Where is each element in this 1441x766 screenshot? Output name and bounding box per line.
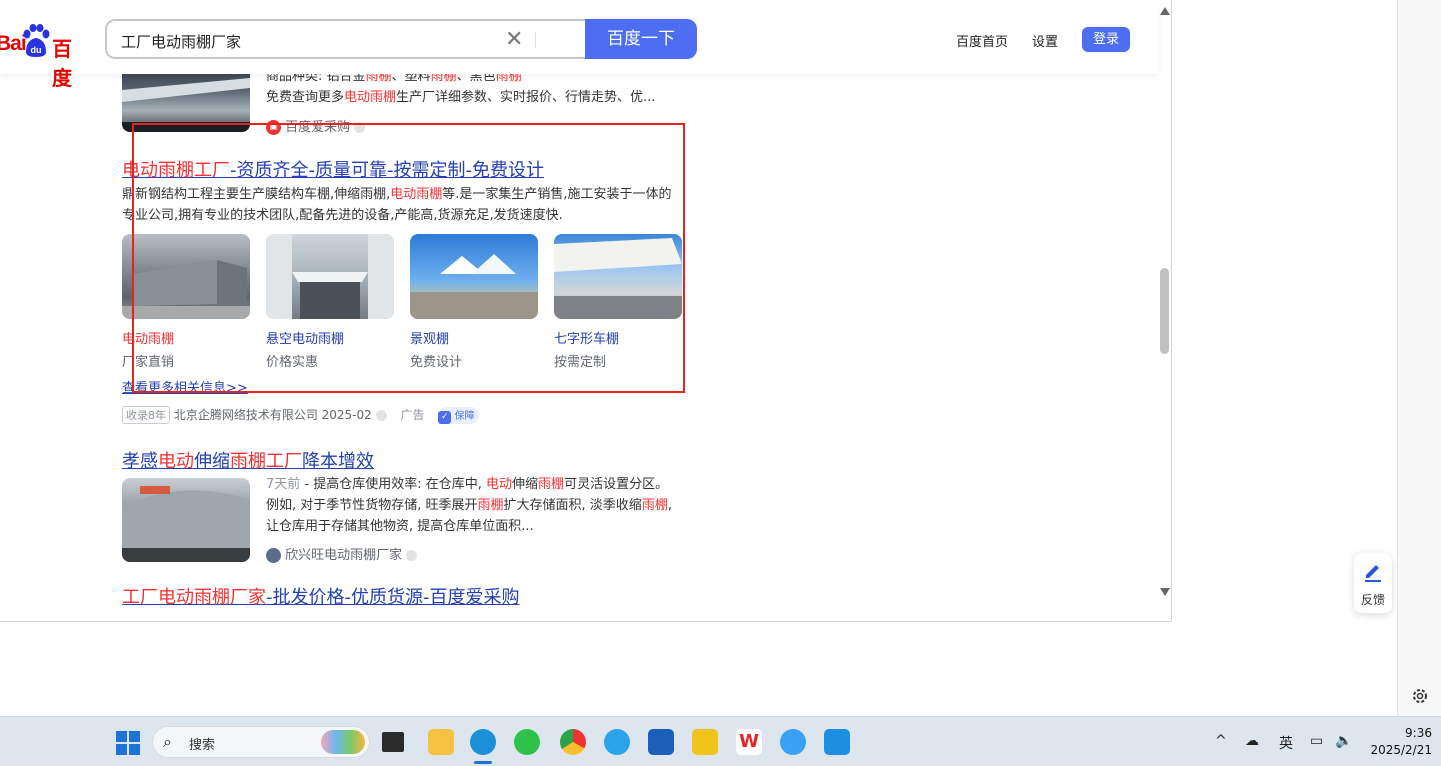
clock-time: 9:36: [1405, 726, 1432, 740]
title-text: 伸缩: [194, 451, 230, 472]
result-date: 7天前: [266, 477, 301, 492]
search-header: Bai du 百度 工厂电动雨棚厂家 ✕ 百度一下 百度首页 设置 登录: [0, 4, 1158, 90]
title-highlight: 电动: [158, 451, 194, 472]
search-input[interactable]: 工厂电动雨棚厂家 ✕: [105, 19, 585, 59]
search-highlight-icon: [321, 730, 365, 754]
clear-icon[interactable]: ✕: [505, 27, 523, 52]
snippet-highlight: 棚: [654, 498, 668, 513]
snippet-highlight: 雨: [641, 498, 655, 513]
info-icon[interactable]: [375, 410, 387, 421]
snippet-highlight: 电动: [486, 477, 513, 492]
clock[interactable]: 9:36 2025/2/21: [1362, 725, 1432, 759]
title-highlight: 工厂电动雨棚厂家: [122, 587, 266, 608]
wechat-icon[interactable]: [514, 729, 540, 755]
ime-indicator[interactable]: 英: [1279, 733, 1293, 753]
nav-home-link[interactable]: 百度首页: [956, 31, 1008, 50]
guarantee-badge[interactable]: ✓ 保障: [438, 407, 480, 424]
result-snippet: 7天前 - 提高仓库使用效率: 在仓库中, 电动伸缩雨棚可灵活设置分区。例如, …: [266, 474, 676, 537]
scrollbar[interactable]: [1158, 4, 1171, 604]
browser-window: Bai du 百度 工厂电动雨棚厂家 ✕ 百度一下 百度首页 设置 登录: [0, 0, 1441, 716]
result-title[interactable]: 孝感电动伸缩雨棚工厂降本增效: [122, 447, 374, 473]
store-icon[interactable]: [648, 729, 674, 755]
ad-meta: 收录8年 北京企腾网络技术有限公司 2025-02 广告 ✓ 保障: [122, 406, 480, 424]
ad-label: 广告: [400, 408, 425, 422]
info-icon[interactable]: [406, 550, 418, 561]
logo-text-right: 百度: [52, 37, 72, 90]
result-title[interactable]: 工厂电动雨棚厂家-批发价格-优质货源-百度爱采购: [122, 583, 519, 609]
result-thumbnail[interactable]: [122, 478, 250, 562]
taskbar: ⌕ 搜索 W ^ ☁ 英 ▭ 🔈 9:36 2025/2/21: [0, 716, 1441, 766]
nav-settings-link[interactable]: 设置: [1032, 31, 1058, 50]
snippet-text: 例如, 对于季节性货物存储, 旺季展开: [266, 498, 478, 513]
scrollbar-thumb[interactable]: [1160, 268, 1169, 354]
chevron-up-icon[interactable]: ^: [1215, 733, 1227, 749]
divider: [535, 32, 536, 48]
notes-icon[interactable]: [692, 729, 718, 755]
snippet-highlight: 雨棚: [538, 477, 565, 492]
chat-app-icon[interactable]: [780, 729, 806, 755]
search-icon: ⌕: [163, 732, 172, 751]
shield-icon: ✓: [438, 411, 452, 424]
speaker-muted-icon[interactable]: 🔈: [1335, 733, 1352, 749]
title-text: -批发价格-优质货源-百度爱采购: [266, 587, 520, 608]
file-explorer-icon[interactable]: [428, 729, 454, 755]
search-query[interactable]: 工厂电动雨棚厂家: [121, 31, 241, 52]
title-highlight: 雨棚工厂: [230, 451, 302, 472]
search-button[interactable]: 百度一下: [585, 19, 697, 59]
snippet-text: - 提高仓库使用效率: 在仓库中,: [300, 477, 487, 492]
source-name: 欣兴旺电动雨棚厂家: [285, 548, 403, 563]
edit-icon: [1365, 565, 1381, 582]
title-text: 降本增效: [302, 451, 374, 472]
page-viewport: Bai du 百度 工厂电动雨棚厂家 ✕ 百度一下 百度首页 设置 登录: [0, 0, 1172, 622]
taskbar-search[interactable]: ⌕ 搜索: [152, 726, 370, 758]
browser-app-icon[interactable]: [604, 729, 630, 755]
feedback-label: 反馈: [1360, 593, 1385, 607]
network-icon[interactable]: ▭: [1310, 733, 1323, 749]
title-text: 孝感: [122, 451, 158, 472]
clock-date: 2025/2/21: [1370, 743, 1432, 757]
svg-text:du: du: [31, 45, 42, 55]
active-indicator: [474, 761, 492, 764]
snippet-text: 生产厂详细参数、实时报价、行情走势、优...: [396, 90, 656, 105]
chrome-icon[interactable]: [560, 729, 586, 755]
desktop: Bai du 百度 工厂电动雨棚厂家 ✕ 百度一下 百度首页 设置 登录: [0, 0, 1441, 766]
guarantee-text: 保障: [454, 411, 475, 422]
snippet-text: 可灵活设置分区。: [564, 477, 669, 492]
wps-icon[interactable]: W: [736, 729, 762, 755]
scroll-down-icon[interactable]: [1160, 588, 1170, 596]
taskbar-search-placeholder: 搜索: [189, 738, 216, 753]
result-source[interactable]: 欣兴旺电动雨棚厂家: [266, 544, 418, 563]
snippet-text: 伸缩: [512, 477, 539, 492]
snippet-text: 扩大存储面积, 淡季收缩: [503, 498, 642, 513]
snippet-highlight: 雨棚: [477, 498, 504, 513]
windows-start-icon[interactable]: [116, 731, 140, 755]
login-button[interactable]: 登录: [1082, 27, 1130, 52]
ad-company[interactable]: 北京企腾网络技术有限公司 2025-02: [174, 408, 372, 422]
browser-side-panel: [1397, 0, 1441, 716]
annotation-box: [132, 123, 685, 393]
site-icon: [266, 548, 281, 563]
record-badge: 收录8年: [122, 406, 170, 424]
gear-icon[interactable]: [1411, 687, 1429, 705]
snippet-text: 免费查询更多: [266, 90, 345, 105]
task-view-icon[interactable]: [382, 732, 404, 752]
app-icon[interactable]: [824, 729, 850, 755]
paw-icon: du: [23, 24, 50, 57]
scroll-up-icon[interactable]: [1160, 7, 1170, 15]
edge-browser-icon[interactable]: [470, 729, 496, 755]
feedback-button[interactable]: 反馈: [1354, 553, 1392, 613]
cloud-icon[interactable]: ☁: [1245, 733, 1259, 749]
snippet-highlight: 电动雨棚: [344, 90, 397, 105]
